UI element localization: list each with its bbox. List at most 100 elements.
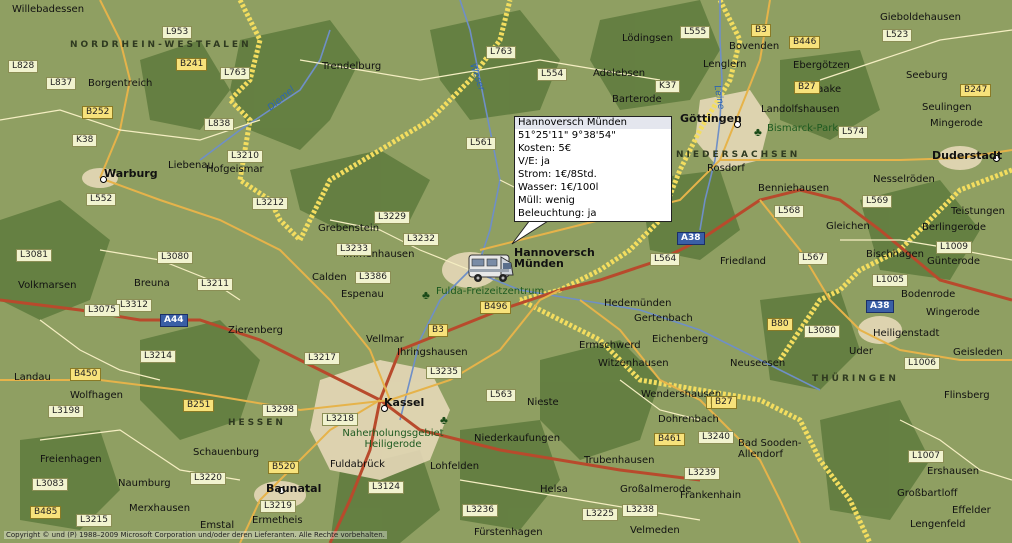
city-label: Großbartloff [897, 488, 958, 499]
map-view[interactable]: NORDRHEIN-WESTFALEN NIEDERSACHSEN HESSEN… [0, 0, 1012, 543]
road-shield: K37 [655, 80, 681, 93]
road-shield: L1007 [908, 450, 944, 463]
road-shield: L3210 [227, 150, 263, 163]
city-label: Friedland [720, 256, 767, 267]
popup-lighting: Beleuchtung: ja [518, 208, 597, 219]
city-label: Seulingen [922, 102, 972, 113]
city-label: Teistungen [951, 206, 1005, 217]
location-info-popup[interactable]: Hannoversch Münden 51°25'11" 9°38'54" Ko… [514, 116, 672, 222]
road-shield: L1005 [872, 274, 908, 287]
popup-electricity: Strom: 1€/8Std. [518, 169, 597, 180]
road-shield: L763 [486, 46, 517, 59]
city-label: Wingerode [926, 307, 980, 318]
city-label: Bovenden [729, 41, 780, 52]
road-shield: B80 [767, 318, 793, 331]
city-label: Barterode [612, 94, 662, 105]
park-label: Bismarck-Park [767, 123, 839, 134]
road-shield: L1009 [936, 241, 972, 254]
city-label: Bodenrode [901, 289, 956, 300]
city-label: Hedemünden [604, 298, 672, 309]
road-shield: B3 [428, 324, 448, 337]
road-shield: K38 [72, 134, 98, 147]
park-tree-icon: ♣ [440, 413, 448, 427]
popup-service: V/E: ja [518, 156, 550, 167]
region-label: NIEDERSACHSEN [676, 150, 801, 160]
road-shield: B247 [960, 84, 992, 97]
city-label: Seeburg [906, 70, 948, 81]
road-shield: L552 [86, 193, 117, 206]
road-shield: B3 [751, 24, 771, 37]
city-label: Kassel [384, 396, 425, 409]
road-shield: L3240 [698, 431, 734, 444]
road-shield: L763 [220, 67, 251, 80]
city-label: Landolfshausen [761, 104, 840, 115]
city-label: Warburg [104, 167, 158, 180]
city-label: Rosdorf [707, 163, 745, 174]
road-shield: L564 [650, 253, 681, 266]
city-label: Duderstadt [932, 149, 1003, 162]
road-shield: A38 [866, 300, 894, 313]
city-label: Hofgeismar [206, 164, 264, 175]
road-shield: L837 [46, 77, 77, 90]
road-shield: B27 [794, 81, 820, 94]
city-label: Velmeden [630, 525, 680, 536]
road-shield: L3235 [426, 366, 462, 379]
road-shield: L569 [862, 195, 893, 208]
city-label: Ebergötzen [793, 60, 850, 71]
city-label: Witzenhausen [598, 358, 669, 369]
road-shield: L3386 [355, 271, 391, 284]
region-label: THÜRINGEN [812, 374, 899, 384]
copyright-notice: Copyright © und (P) 1988–2009 Microsoft … [4, 531, 387, 539]
road-shield: A38 [677, 232, 705, 245]
road-shield: L3214 [140, 350, 176, 363]
city-label: Adelebsen [593, 68, 646, 79]
city-label: Trendelburg [322, 61, 382, 72]
city-label: Göttingen [680, 112, 742, 125]
road-shield: B252 [82, 106, 114, 119]
region-label: NORDRHEIN-WESTFALEN [70, 40, 252, 50]
city-label: Lengenfeld [910, 519, 966, 530]
park-label: Naherholungsgebiet Heiligerode [342, 428, 444, 450]
road-shield: A44 [160, 314, 188, 327]
road-shield: L3233 [336, 243, 372, 256]
city-label: Volkmarsen [18, 280, 77, 291]
city-label: Neuseesen [730, 358, 786, 369]
road-shield: B450 [70, 368, 102, 381]
city-label: Mingerode [930, 118, 983, 129]
city-label: Bad Sooden-Allendorf [738, 438, 802, 460]
city-label: Nesselröden [873, 174, 935, 185]
road-shield: B241 [176, 58, 208, 71]
road-shield: L3212 [252, 197, 288, 210]
road-shield: L3215 [76, 514, 112, 527]
city-label: Lödingsen [622, 33, 674, 44]
city-label: Frankenhain [680, 490, 742, 501]
road-shield: L3225 [582, 508, 618, 521]
city-label: Lohfelden [430, 461, 480, 472]
city-label: Calden [312, 272, 347, 283]
city-label: Effelder [952, 505, 991, 516]
region-label: HESSEN [228, 418, 286, 428]
city-label: Schauenburg [193, 447, 260, 458]
city-label: Uder [849, 346, 873, 357]
road-shield: L3219 [260, 500, 296, 513]
popup-coordinates: 51°25'11" 9°38'54" [518, 130, 616, 141]
road-shield: L3238 [622, 504, 658, 517]
road-shield: L3211 [197, 278, 233, 291]
road-shield: L3198 [48, 405, 84, 418]
park-label: Fulda-Freizeitzentrum [436, 286, 545, 297]
city-label: Freienhagen [40, 454, 102, 465]
road-shield: B27 [711, 396, 737, 409]
road-shield: L3236 [462, 504, 498, 517]
city-label: Zierenberg [228, 325, 283, 336]
park-tree-icon: ♣ [754, 125, 762, 139]
city-label: Ershausen [927, 466, 980, 477]
city-label: Heiligenstadt [873, 328, 940, 339]
city-label: Berlingerode [922, 222, 987, 233]
city-label: Flinsberg [944, 390, 990, 401]
road-shield: B485 [30, 506, 62, 519]
road-shield: L567 [798, 252, 829, 265]
camper-van-icon[interactable] [467, 251, 515, 285]
road-shield: L3232 [403, 233, 439, 246]
city-label: Ermschwerd [579, 340, 641, 351]
popup-waste: Müll: wenig [518, 195, 575, 206]
